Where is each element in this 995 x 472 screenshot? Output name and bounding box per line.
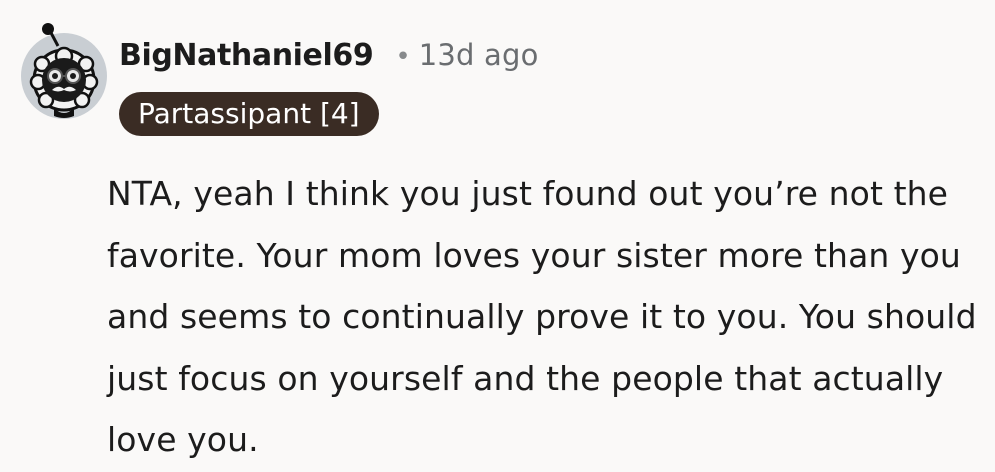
- comment-body: NTA, yeah I think you just found out you…: [107, 174, 977, 459]
- comment: BigNathaniel69 • 13d ago Partassipant [4…: [0, 0, 995, 472]
- user-avatar[interactable]: [16, 20, 112, 120]
- separator-dot: •: [395, 42, 411, 72]
- snoo-avatar-icon: [21, 23, 107, 119]
- username-link[interactable]: BigNathaniel69: [119, 38, 374, 73]
- comment-header: BigNathaniel69 • 13d ago: [119, 38, 539, 73]
- user-flair-badge: Partassipant [4]: [119, 92, 379, 136]
- timestamp[interactable]: 13d ago: [419, 38, 539, 72]
